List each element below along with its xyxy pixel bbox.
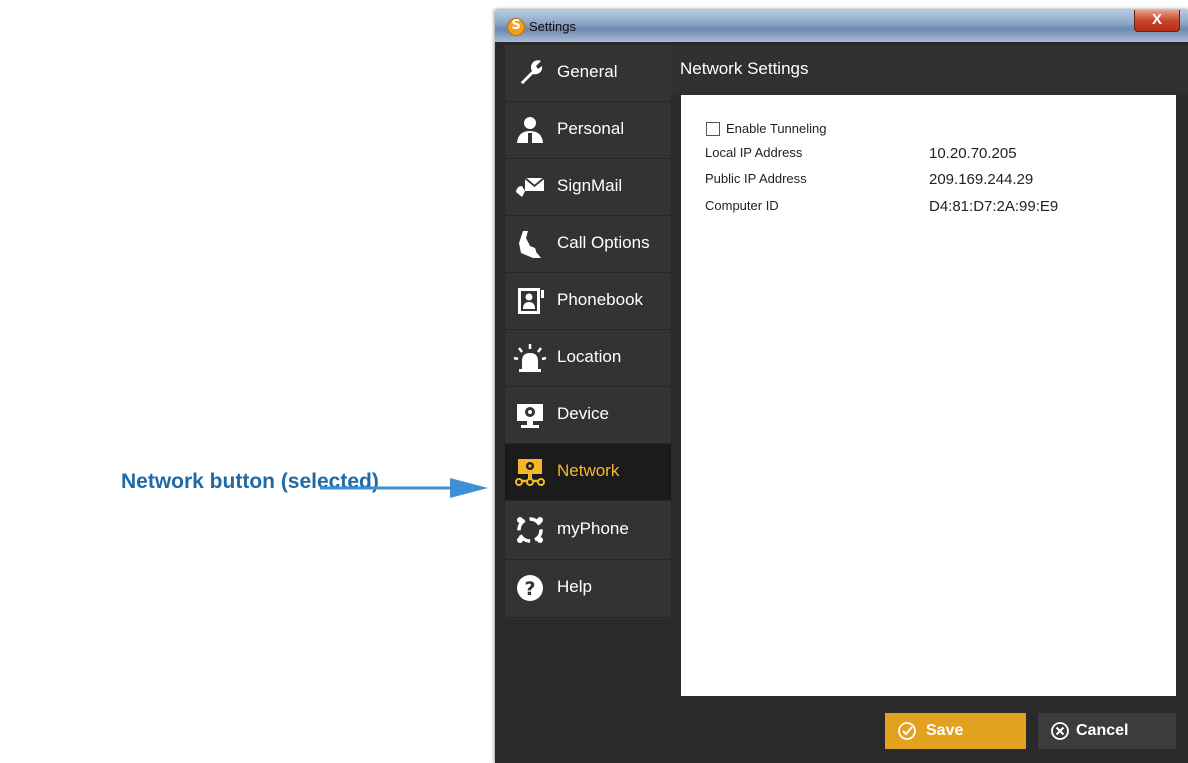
close-circle-icon xyxy=(1051,722,1069,740)
help-icon: ? xyxy=(517,575,543,601)
siren-icon xyxy=(513,344,547,372)
sidebar-item-call-options[interactable]: Call Options xyxy=(505,216,671,273)
phonebook-icon xyxy=(518,288,544,314)
person-icon xyxy=(517,117,543,143)
sidebar-item-personal[interactable]: Personal xyxy=(505,102,671,159)
sidebar-item-label: SignMail xyxy=(557,176,623,195)
signmail-icon xyxy=(516,177,545,197)
sidebar-item-label: General xyxy=(557,62,618,81)
sidebar-item-location[interactable]: Location xyxy=(505,330,671,387)
phone-icon xyxy=(519,231,541,258)
svg-text:?: ? xyxy=(524,578,535,600)
computer-id-value: D4:81:D7:2A:99:E9 xyxy=(929,198,1059,215)
cancel-button-label: Cancel xyxy=(1076,722,1129,739)
window-title: Settings xyxy=(529,19,576,34)
app-logo-icon: S xyxy=(507,18,525,36)
sidebar-item-signmail[interactable]: SignMail xyxy=(505,159,671,216)
public-ip-value: 209.169.244.29 xyxy=(929,171,1034,188)
computer-id-label: Computer ID xyxy=(705,198,779,213)
save-button-label: Save xyxy=(926,722,964,739)
sidebar-item-label: myPhone xyxy=(557,519,629,538)
public-ip-label: Public IP Address xyxy=(705,171,807,186)
local-ip-label: Local IP Address xyxy=(705,145,803,160)
camera-icon xyxy=(517,404,543,428)
title-bar: S Settings X xyxy=(495,10,1188,42)
settings-sidebar: General Personal SignMail Call Options P… xyxy=(505,45,671,619)
app-logo-letter: S xyxy=(511,18,521,33)
cancel-button[interactable]: Cancel xyxy=(1038,713,1176,749)
sidebar-item-label: Network xyxy=(557,461,620,480)
callout-arrow xyxy=(320,478,488,498)
close-button[interactable]: X xyxy=(1134,10,1180,32)
network-icon xyxy=(515,459,545,486)
sidebar-item-network[interactable]: Network xyxy=(505,444,671,501)
sidebar-item-label: Call Options xyxy=(557,233,650,252)
wrench-icon xyxy=(518,60,543,87)
network-settings-panel: Enable Tunneling Local IP Address 10.20.… xyxy=(681,95,1176,696)
myphone-icon xyxy=(517,517,543,543)
sidebar-item-label: Help xyxy=(557,577,592,596)
dialog-footer: Save Cancel xyxy=(495,696,1188,763)
sidebar-item-label: Device xyxy=(557,404,609,423)
sidebar-item-general[interactable]: General xyxy=(505,45,671,102)
sidebar-item-device[interactable]: Device xyxy=(505,387,671,444)
content-header: Network Settings xyxy=(671,45,1188,95)
sidebar-item-label: Personal xyxy=(557,119,625,138)
check-circle-icon xyxy=(898,722,916,740)
sidebar-item-label: Phonebook xyxy=(557,290,644,309)
page-title: Network Settings xyxy=(680,59,809,78)
settings-window: S Settings X General Personal SignMail C… xyxy=(495,10,1188,763)
enable-tunneling-checkbox[interactable] xyxy=(706,122,720,136)
local-ip-value: 10.20.70.205 xyxy=(929,145,1017,162)
sidebar-item-label: Location xyxy=(557,347,622,366)
save-button[interactable]: Save xyxy=(885,713,1026,749)
enable-tunneling-label[interactable]: Enable Tunneling xyxy=(726,121,826,136)
sidebar-item-phonebook[interactable]: Phonebook xyxy=(505,273,671,330)
sidebar-item-myphone[interactable]: myPhone xyxy=(505,501,671,560)
sidebar-item-help[interactable]: ? Help xyxy=(505,560,671,618)
